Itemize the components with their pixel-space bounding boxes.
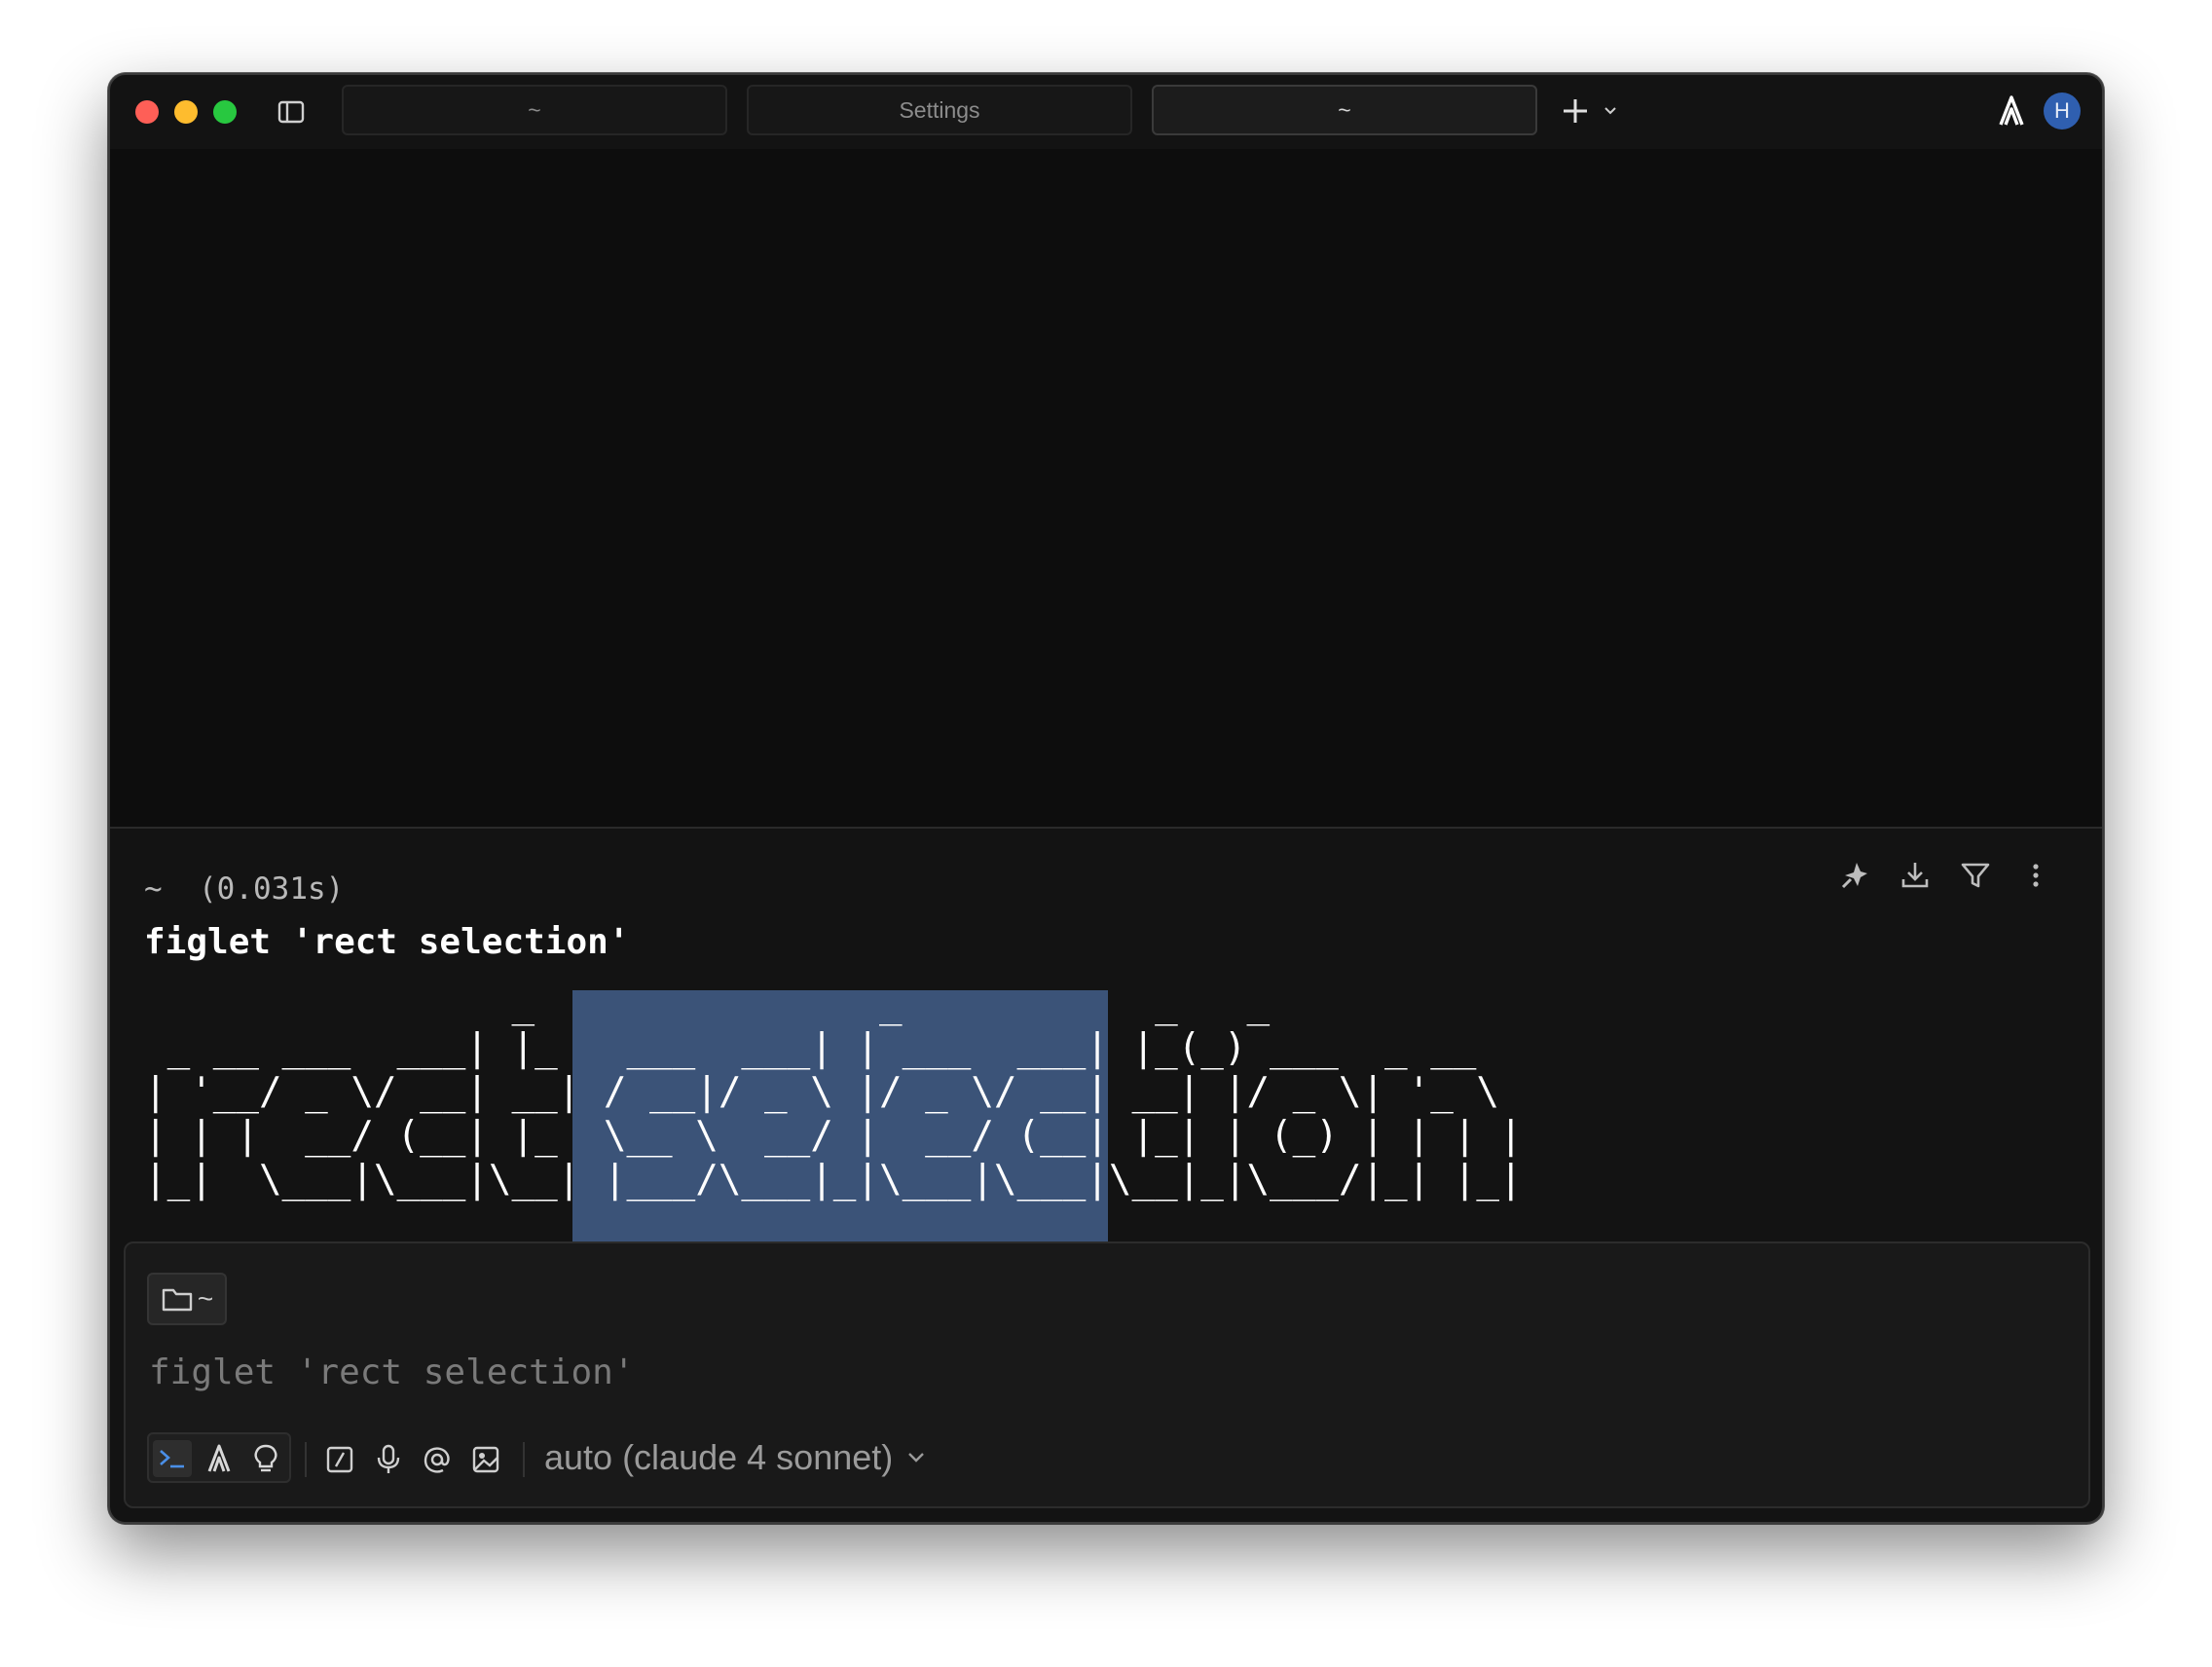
directory-chip-label: ~ [197, 1283, 214, 1314]
output-line: |_| \___|\___|\__| |___/\___|_|\___|\___… [144, 1158, 1523, 1202]
output-line: | | | __/ (__| |_ \__ \ __/ | __/ (__| |… [144, 1114, 1523, 1158]
sidebar-toggle-icon[interactable] [276, 96, 307, 128]
sparkle-pin-icon[interactable] [1837, 858, 1872, 893]
new-tab-plus-icon[interactable] [1559, 94, 1592, 128]
folder-icon [162, 1288, 193, 1312]
tab-settings[interactable]: Settings [747, 85, 1132, 135]
agent-brand-icon[interactable] [1993, 93, 2030, 130]
model-selector[interactable]: auto (claude 4 sonnet) [544, 1436, 928, 1479]
microphone-icon[interactable] [369, 1440, 408, 1479]
terminal-prompt-icon[interactable] [153, 1440, 192, 1477]
minimize-window-button[interactable] [174, 100, 198, 124]
command-input-card[interactable]: ~ figlet 'rect selection' auto (claude 4… [124, 1241, 2090, 1508]
tab-label: ~ [528, 96, 541, 123]
block-header: ~ (0.031s) [144, 871, 344, 907]
toolbar-divider [523, 1442, 525, 1477]
lightbulb-icon[interactable] [246, 1440, 285, 1477]
chevron-down-icon[interactable] [1602, 102, 1619, 120]
tab-home-1[interactable]: ~ [342, 85, 727, 135]
toolbar-divider [305, 1442, 307, 1477]
model-selector-label: auto (claude 4 sonnet) [544, 1437, 894, 1477]
chevron-down-icon [908, 1453, 925, 1463]
input-mode-switcher [147, 1432, 291, 1483]
zoom-window-button[interactable] [213, 100, 237, 124]
avatar-initial: H [2054, 98, 2070, 123]
output-line: | '__/ _ \/ __| __| / __|/ _ \ |/ _ \/ _… [144, 1070, 1499, 1114]
output-line: _ _ _ _ [144, 982, 1271, 1026]
at-mention-icon[interactable] [418, 1440, 457, 1479]
download-icon[interactable] [1898, 858, 1933, 893]
block-directory: ~ [144, 871, 163, 907]
block-actions [1837, 858, 2053, 893]
tab-home-2[interactable]: ~ [1152, 85, 1537, 135]
block-duration: (0.031s) [199, 871, 345, 907]
block-command: figlet 'rect selection' [144, 922, 630, 962]
filter-icon[interactable] [1958, 858, 1993, 893]
tab-label: Settings [899, 96, 980, 123]
tab-label: ~ [1338, 96, 1351, 123]
slash-command-icon[interactable] [320, 1440, 359, 1479]
agent-icon[interactable] [200, 1440, 239, 1477]
empty-terminal-area [110, 149, 2102, 829]
figlet-output[interactable]: _ _ _ _ _ __ ___ ___| |_ ___ ___| | ___ … [144, 982, 1523, 1202]
image-attach-icon[interactable] [466, 1440, 505, 1479]
close-window-button[interactable] [135, 100, 159, 124]
output-line: _ __ ___ ___| |_ ___ ___| | ___ ___| |_(… [144, 1026, 1477, 1070]
command-input[interactable]: figlet 'rect selection' [149, 1352, 635, 1392]
title-bar: ~ Settings ~ H [110, 75, 2102, 149]
directory-chip[interactable]: ~ [147, 1273, 227, 1325]
terminal-window: ~ Settings ~ H ~ (0.031s) figlet 'rect s… [108, 73, 2104, 1524]
more-vertical-icon[interactable] [2018, 858, 2053, 893]
avatar[interactable]: H [2044, 93, 2081, 130]
